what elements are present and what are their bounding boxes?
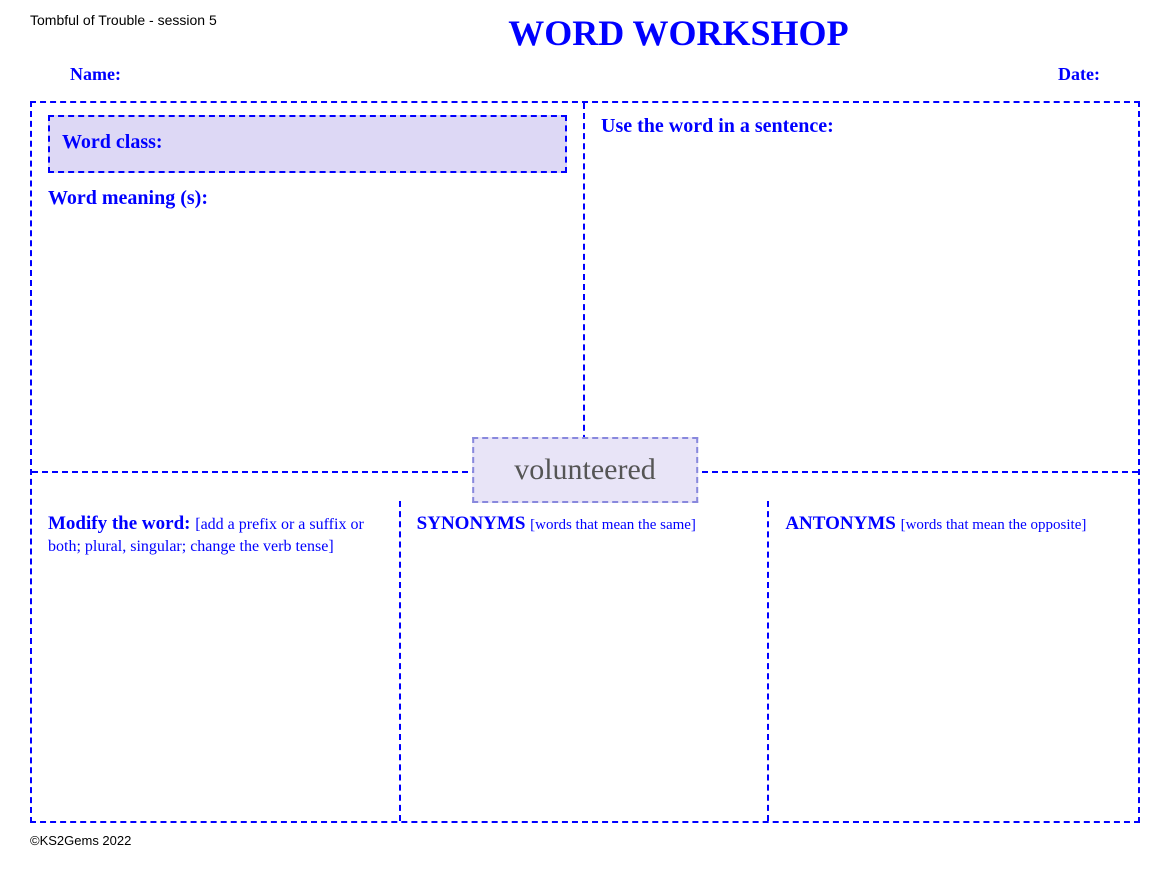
worksheet-grid: Word class: Word meaning (s): Use the wo… <box>30 101 1140 823</box>
synonyms-sub: [words that mean the same] <box>530 517 696 533</box>
synonyms-bold-text: SYNONYMS <box>417 513 526 534</box>
bottom-section: Modify the word: [add a prefix or a suff… <box>32 501 1138 821</box>
modify-label: Modify the word: [add a prefix or a suff… <box>48 513 383 557</box>
antonyms-panel: ANTONYMS [words that mean the opposite] <box>769 501 1138 821</box>
synonyms-label: SYNONYMS [words that mean the same] <box>417 513 752 535</box>
word-meaning-label: Word meaning (s): <box>48 187 567 210</box>
name-label: Name: <box>70 64 121 85</box>
main-title: WORD WORKSHOP <box>217 12 1140 54</box>
name-date-row: Name: Date: <box>30 58 1140 91</box>
top-section: Word class: Word meaning (s): Use the wo… <box>32 103 1138 473</box>
modify-panel: Modify the word: [add a prefix or a suff… <box>32 501 401 821</box>
right-top-panel: Use the word in a sentence: <box>585 103 1138 471</box>
date-label: Date: <box>1058 64 1100 85</box>
antonyms-sub: [words that mean the opposite] <box>901 517 1087 533</box>
use-in-sentence-label: Use the word in a sentence: <box>601 115 1122 138</box>
antonyms-bold-text: ANTONYMS <box>785 513 896 534</box>
synonyms-panel: SYNONYMS [words that mean the same] <box>401 501 770 821</box>
word-class-label: Word class: <box>62 131 163 153</box>
footer: ©KS2Gems 2022 <box>30 833 1140 848</box>
session-label: Tombful of Trouble - session 5 <box>30 12 217 28</box>
word-class-box: Word class: <box>48 115 567 173</box>
modify-bold: Modify the word: <box>48 513 190 534</box>
antonyms-label: ANTONYMS [words that mean the opposite] <box>785 513 1122 535</box>
left-top-panel: Word class: Word meaning (s): <box>32 103 585 471</box>
top-section-wrapper: Word class: Word meaning (s): Use the wo… <box>32 103 1138 473</box>
center-word-display: volunteered <box>472 437 698 503</box>
